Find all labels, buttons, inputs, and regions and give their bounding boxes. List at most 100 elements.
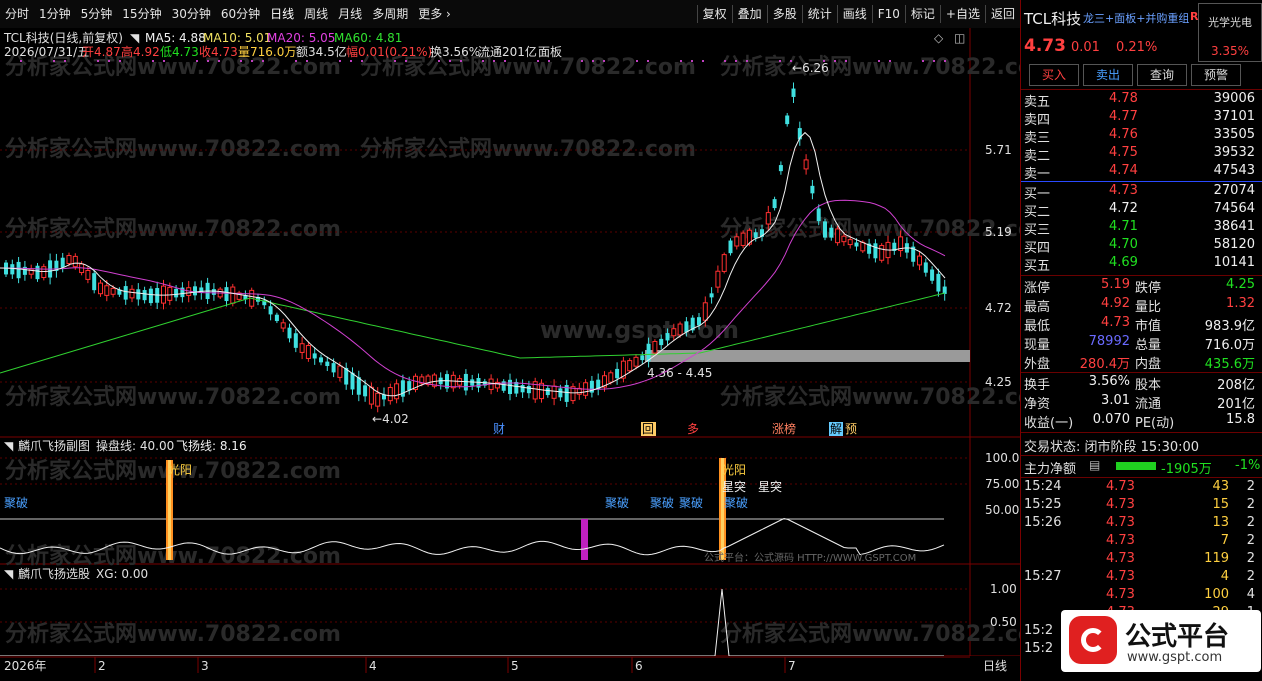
fuquan-button[interactable]: 复权 — [698, 0, 732, 28]
diamond-icon[interactable]: ◇ — [934, 31, 944, 45]
tab-fenshi[interactable]: 分时 — [0, 0, 34, 28]
bid-row[interactable]: 买三 4.71 38641 — [1021, 219, 1262, 238]
candle-body — [841, 235, 847, 243]
tab-15min[interactable]: 15分钟 — [117, 0, 166, 28]
candle-body — [508, 379, 512, 395]
marker-dot — [592, 60, 594, 62]
candle-body — [917, 255, 922, 266]
sector-box[interactable]: 光学光电 3.35% — [1198, 3, 1262, 62]
finance-value: 3.56% — [1088, 374, 1130, 389]
tick-volume: 119 — [1204, 551, 1229, 566]
tick-count: 4 — [1246, 587, 1255, 602]
buy-button[interactable]: 买入 — [1029, 64, 1079, 86]
tab-more[interactable]: 更多 › — [413, 0, 456, 28]
event-label: 回 — [642, 422, 654, 436]
candle-body — [193, 286, 197, 296]
signal-label: 星突 — [758, 479, 782, 494]
candle-body — [85, 269, 91, 280]
candle-body — [715, 270, 721, 288]
stat-row: 最低 4.73 市值 983.9亿 — [1021, 315, 1262, 334]
finance-value: 0.070 — [1092, 412, 1130, 427]
candle-body — [930, 269, 935, 281]
marker-dot — [196, 60, 198, 62]
ask-price: 4.77 — [1109, 109, 1138, 124]
tab-60min[interactable]: 60分钟 — [216, 0, 265, 28]
candle-body — [659, 338, 664, 346]
sub1-title: 麟爪飞扬副图 — [18, 438, 90, 453]
candle-body — [677, 323, 683, 336]
tab-daily[interactable]: 日线 — [265, 0, 299, 28]
tab-multi-period[interactable]: 多周期 — [367, 0, 413, 28]
stat-value: 716.0万 — [1204, 338, 1255, 353]
main-flow-label: 主力净额 — [1024, 462, 1077, 477]
sell-button[interactable]: 卖出 — [1083, 64, 1133, 86]
candle-body — [835, 228, 841, 244]
candle-body — [709, 293, 714, 298]
marker-dot — [548, 60, 550, 62]
stat-key: 外盘 — [1024, 357, 1051, 372]
tick-time: 15:2 — [1024, 641, 1054, 656]
candle-body — [337, 365, 343, 378]
candle-body — [728, 240, 733, 254]
candle-body — [823, 221, 827, 238]
period-label[interactable]: 日线 — [983, 659, 1007, 673]
ask-row[interactable]: 卖三 4.76 33505 — [1021, 127, 1262, 146]
candle-body — [785, 115, 790, 125]
flow-chart-icon[interactable]: ▤ — [1089, 458, 1100, 472]
bid-row[interactable]: 买四 4.70 58120 — [1021, 237, 1262, 256]
price-tick: 4.72 — [985, 301, 1012, 315]
bid-row[interactable]: 买二 4.72 74564 — [1021, 201, 1262, 220]
finance-key: 流通 — [1135, 397, 1162, 412]
f10-button[interactable]: F10 — [873, 0, 905, 28]
alert-button[interactable]: 预警 — [1191, 64, 1241, 86]
tab-30min[interactable]: 30分钟 — [167, 0, 216, 28]
tab-monthly[interactable]: 月线 — [333, 0, 367, 28]
marker-dot — [449, 60, 451, 62]
marker-dot — [845, 60, 847, 62]
sub1-footer: 公式平台：公式源码 HTTP://WWW.GSPT.COM — [704, 551, 916, 564]
candle-body — [847, 239, 853, 246]
signal-label: 聚破 — [679, 495, 703, 510]
candle-body — [514, 382, 519, 394]
tick-time: 15:25 — [1024, 497, 1062, 512]
bid-label: 买三 — [1024, 223, 1051, 238]
tab-5min[interactable]: 5分钟 — [76, 0, 118, 28]
ask-row[interactable]: 卖五 4.78 39006 — [1021, 91, 1262, 110]
bar-info-line: 2026/07/31/五 开4.87 高4.92 低4.73 收4.73 量71… — [4, 44, 562, 59]
range-label: 4.36 - 4.45 — [647, 366, 712, 380]
stat-key: 量比 — [1135, 300, 1162, 315]
tab-1min[interactable]: 1分钟 — [34, 0, 76, 28]
tab-weekly[interactable]: 周线 — [299, 0, 333, 28]
marker-dot — [724, 60, 726, 62]
overlay-button[interactable]: 叠加 — [733, 0, 767, 28]
candle-body — [558, 388, 563, 398]
bid-row[interactable]: 买五 4.69 10141 — [1021, 255, 1262, 274]
signal-label: 光阳 — [168, 463, 192, 477]
sub1-tick: 100.0 — [985, 451, 1019, 465]
expand-icon[interactable]: ◫ — [954, 31, 965, 45]
sector-pct: 3.35% — [1210, 44, 1250, 58]
ask-price: 4.76 — [1109, 127, 1138, 142]
bid-row[interactable]: 买一 4.73 27074 — [1021, 183, 1262, 202]
ask-row[interactable]: 卖二 4.75 39532 — [1021, 145, 1262, 164]
query-button[interactable]: 查询 — [1137, 64, 1187, 86]
add-watchlist-button[interactable]: +自选 — [941, 0, 985, 28]
statistics-button[interactable]: 统计 — [803, 0, 837, 28]
kline-chart-area[interactable]: 分析家公式网www.70822.com 分析家公式网www.70822.com … — [0, 28, 1020, 680]
ask-row[interactable]: 卖一 4.74 47543 — [1021, 163, 1262, 182]
ask-bid-divider — [1021, 181, 1262, 182]
stat-value: 280.4万 — [1079, 357, 1130, 372]
mark-button[interactable]: 标记 — [906, 0, 940, 28]
ask-label: 卖一 — [1024, 167, 1051, 182]
candle-body — [331, 363, 336, 373]
back-button[interactable]: 返回 — [986, 0, 1020, 28]
draw-line-button[interactable]: 画线 — [838, 0, 872, 28]
candle-body — [98, 282, 103, 295]
multi-stock-button[interactable]: 多股 — [768, 0, 802, 28]
ask-row[interactable]: 卖四 4.77 37101 — [1021, 109, 1262, 128]
signal-label: 聚破 — [4, 495, 28, 510]
candle-body — [753, 232, 758, 238]
concept-tags[interactable]: 龙三+面板+并购重组 — [1083, 10, 1189, 26]
marker-dot — [460, 60, 462, 62]
ma-toggle-icon[interactable]: ◥ — [130, 31, 140, 45]
